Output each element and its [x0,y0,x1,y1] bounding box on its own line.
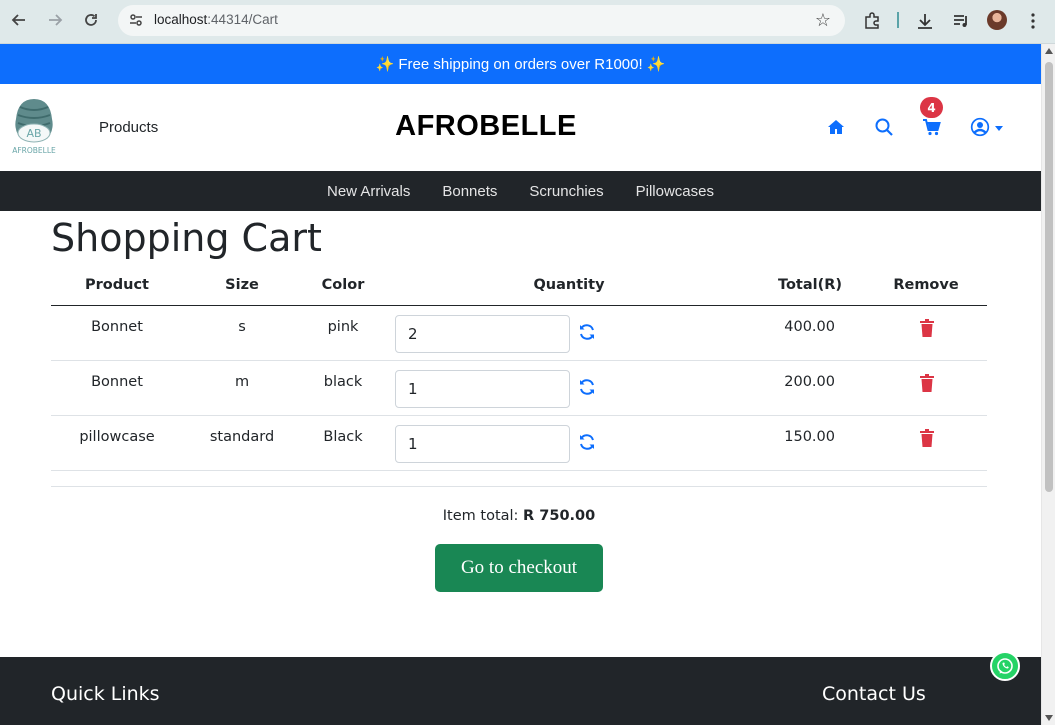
cell-product: Bonnet [91,319,143,335]
reload-icon[interactable] [79,8,103,32]
cart-table: Product Size Color Quantity Total(R) Rem… [51,268,987,487]
home-icon[interactable] [826,117,846,137]
footer-contact-heading: Contact Us [822,683,926,705]
update-quantity-icon[interactable] [578,433,596,451]
nav-scrunchies[interactable]: Scrunchies [513,183,619,200]
item-total-label: Item total: [442,508,519,524]
download-icon[interactable] [914,10,936,32]
item-total: Item total: R 750.00 [0,508,1038,524]
page-title: Shopping Cart [51,216,322,260]
col-header-size: Size [225,277,259,293]
table-row: pillowcase standard Black 150.00 [51,416,987,471]
user-icon[interactable] [970,117,990,137]
cell-color: black [323,374,363,390]
trash-icon[interactable] [920,319,934,337]
update-quantity-icon[interactable] [578,323,596,341]
cell-product: pillowcase [79,429,155,445]
address-bar[interactable]: localhost:44314/Cart ☆ [118,5,845,36]
nav-pillowcases[interactable]: Pillowcases [620,183,730,200]
media-queue-icon[interactable] [950,10,972,32]
cell-total: 150.00 [784,429,835,445]
site-footer: Quick Links Contact Us [0,657,1041,725]
site-settings-icon[interactable] [128,12,144,32]
cell-size: standard [209,429,275,445]
bookmark-star-icon[interactable]: ☆ [815,10,831,31]
nav-new-arrivals[interactable]: New Arrivals [311,183,426,200]
trash-icon[interactable] [920,374,934,392]
cart-count-badge: 4 [920,97,943,118]
cell-total: 400.00 [784,319,835,335]
whatsapp-icon[interactable] [990,651,1020,681]
cart-icon[interactable] [922,117,942,137]
site-header: AB AFROBELLE Products AFROBELLE 4 [0,84,1041,171]
col-header-remove: Remove [893,277,959,293]
update-quantity-icon[interactable] [578,378,596,396]
quantity-input[interactable] [395,370,570,408]
nav-bonnets[interactable]: Bonnets [426,183,513,200]
profile-avatar[interactable] [987,10,1007,30]
checkout-button[interactable]: Go to checkout [435,544,603,592]
table-row: Bonnet m black 200.00 [51,361,987,416]
col-header-total: Total(R) [777,277,843,293]
scroll-down-arrow-icon[interactable] [1045,715,1053,721]
quantity-input[interactable] [395,315,570,353]
quantity-input[interactable] [395,425,570,463]
cell-size: m [234,374,250,390]
table-footer-divider [51,471,987,487]
table-header: Product Size Color Quantity Total(R) Rem… [51,268,987,306]
cell-color: Black [323,429,363,445]
browser-menu-icon[interactable] [1022,10,1044,32]
page-scrollbar[interactable] [1041,44,1055,725]
promo-banner: ✨ Free shipping on orders over R1000! ✨ [0,44,1041,84]
col-header-quantity: Quantity [533,277,605,293]
page-viewport: ✨ Free shipping on orders over R1000! ✨ … [0,44,1041,725]
footer-quick-links-heading: Quick Links [51,683,160,705]
logo-wordmark: AFROBELLE [12,146,56,155]
back-icon[interactable] [7,8,31,32]
cell-product: Bonnet [91,374,143,390]
forward-icon[interactable] [43,8,67,32]
browser-toolbar: localhost:44314/Cart ☆ [0,0,1055,44]
col-header-color: Color [321,277,365,293]
cell-size: s [238,319,246,335]
cell-color: pink [327,319,359,335]
category-nav: New Arrivals Bonnets Scrunchies Pillowca… [0,171,1041,211]
table-row: Bonnet s pink 400.00 [51,306,987,361]
search-icon[interactable] [874,117,894,137]
toolbar-divider [897,12,899,28]
user-menu-caret-icon[interactable] [995,126,1003,131]
trash-icon[interactable] [920,429,934,447]
url-text: localhost:44314/Cart [154,12,278,27]
item-total-value: R 750.00 [523,508,596,524]
cell-total: 200.00 [784,374,835,390]
extensions-icon[interactable] [861,10,883,32]
scroll-up-arrow-icon[interactable] [1045,48,1053,54]
scroll-thumb[interactable] [1045,62,1053,492]
col-header-product: Product [85,277,149,293]
